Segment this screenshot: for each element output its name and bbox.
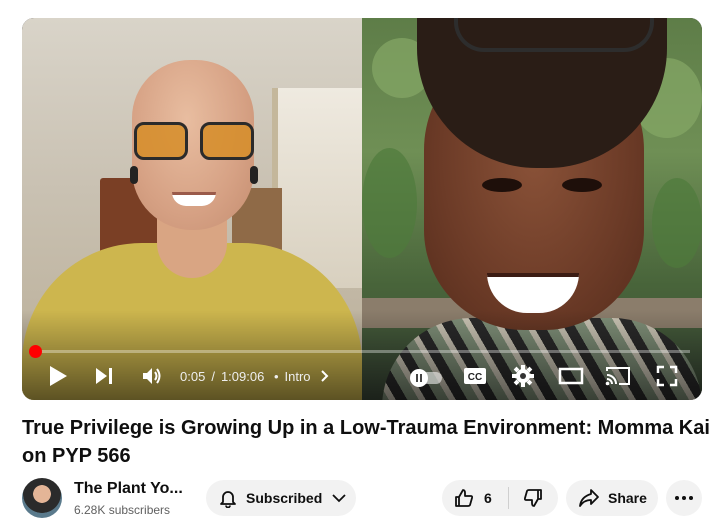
channel-name[interactable]: The Plant Yo... xyxy=(74,480,183,498)
cast-icon xyxy=(605,367,630,386)
like-count: 6 xyxy=(484,490,492,506)
subscriber-count: 6.28K subscribers xyxy=(74,503,171,517)
more-icon xyxy=(675,496,693,500)
volume-icon xyxy=(143,368,161,384)
chapter-title[interactable]: Intro xyxy=(285,369,311,384)
time-display: 0:05 / 1:09:06 • Intro xyxy=(180,369,330,384)
channel-avatar[interactable] xyxy=(22,478,62,518)
bell-icon xyxy=(220,491,236,508)
theater-mode-button[interactable] xyxy=(556,362,586,390)
subscribed-label: Subscribed xyxy=(246,490,323,506)
autoplay-knob xyxy=(410,369,428,387)
settings-button[interactable] xyxy=(510,362,536,390)
more-actions-button[interactable] xyxy=(666,480,702,516)
chevron-down-icon xyxy=(332,494,346,503)
fullscreen-icon xyxy=(656,365,678,387)
chapter-bullet: • xyxy=(273,369,279,384)
next-button[interactable] xyxy=(90,362,118,390)
video-title: True Privilege is Growing Up in a Low-Tr… xyxy=(22,417,710,467)
fullscreen-button[interactable] xyxy=(654,362,680,390)
share-icon xyxy=(579,489,599,507)
current-time: 0:05 xyxy=(180,369,206,384)
like-dislike-group: 6 xyxy=(442,480,558,516)
video-player[interactable]: 0:05 / 1:09:06 • Intro CC xyxy=(22,18,702,400)
play-icon xyxy=(50,366,67,386)
next-icon xyxy=(96,368,112,384)
pause-icon xyxy=(416,374,422,382)
share-button[interactable]: Share xyxy=(566,480,658,516)
thumbs-down-icon xyxy=(523,489,542,507)
like-button[interactable]: 6 xyxy=(442,480,508,516)
thumbs-up-icon xyxy=(455,489,474,507)
captions-button[interactable]: CC xyxy=(462,362,488,390)
duration: 1:09:06 xyxy=(220,369,265,384)
player-controls: 0:05 / 1:09:06 • Intro CC xyxy=(22,352,702,400)
share-label: Share xyxy=(608,490,647,506)
chevron-right-icon xyxy=(321,370,329,382)
subscribed-button[interactable]: Subscribed xyxy=(206,480,356,516)
time-separator: / xyxy=(211,369,215,384)
volume-button[interactable] xyxy=(138,362,166,390)
svg-text:CC: CC xyxy=(468,372,482,383)
theater-icon xyxy=(558,367,584,385)
autoplay-toggle[interactable] xyxy=(410,369,442,387)
captions-icon: CC xyxy=(464,368,486,384)
cast-button[interactable] xyxy=(604,362,632,390)
gear-icon xyxy=(512,365,534,387)
play-button[interactable] xyxy=(44,362,72,390)
dislike-button[interactable] xyxy=(509,480,557,516)
